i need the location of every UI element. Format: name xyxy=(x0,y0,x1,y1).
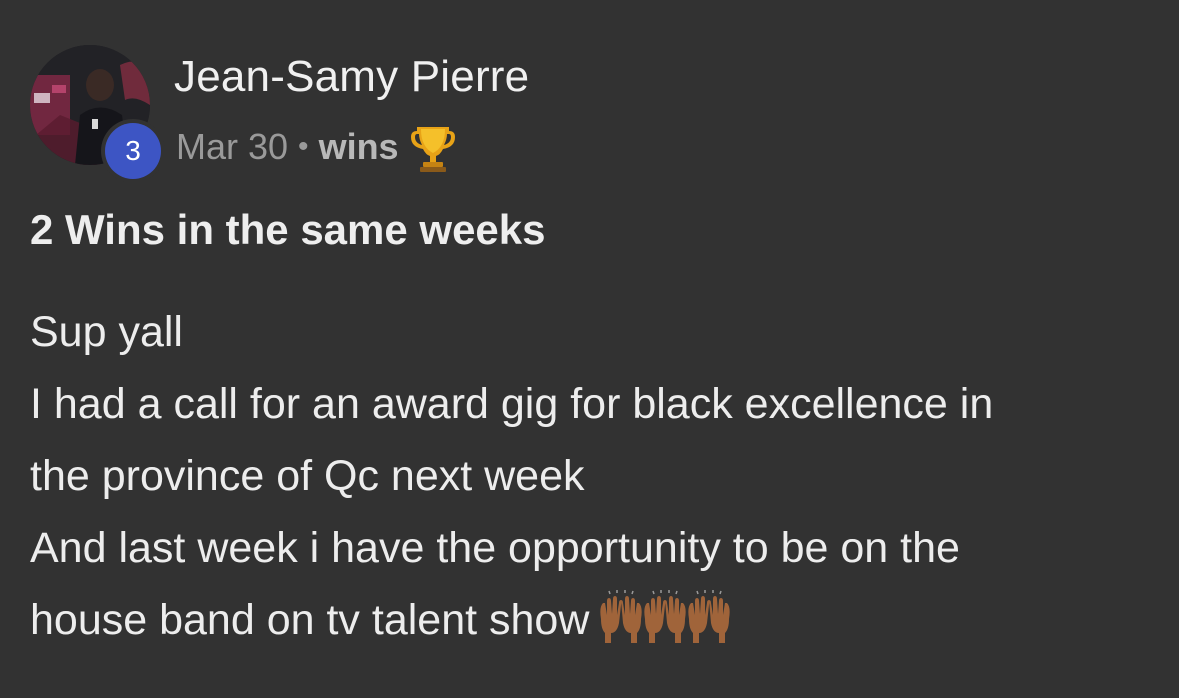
meta-separator: • xyxy=(298,130,309,163)
post-category[interactable]: wins xyxy=(319,126,399,168)
post-body-line: the province of Qc next week xyxy=(30,452,585,500)
post-body-line: And last week i have the opportunity to … xyxy=(30,524,960,572)
raising-hands-emoji-group xyxy=(595,589,731,645)
author-name[interactable]: Jean-Samy Pierre xyxy=(174,52,529,102)
post-title[interactable]: 2 Wins in the same weeks xyxy=(30,206,546,254)
author-avatar-container[interactable]: 3 xyxy=(30,45,161,179)
post-meta: Mar 30 • wins xyxy=(176,120,457,174)
post-date[interactable]: Mar 30 xyxy=(176,126,288,168)
post-body-line: Sup yall xyxy=(30,308,183,356)
post-body-line: I had a call for an award gig for black … xyxy=(30,380,994,428)
raising-hands-icon xyxy=(683,589,735,645)
trophy-icon xyxy=(409,121,457,173)
level-badge: 3 xyxy=(105,123,161,179)
post-body: Sup yall I had a call for an award gig f… xyxy=(30,296,1150,656)
post-body-line-last: house band on tv talent show xyxy=(30,584,1150,656)
post-card: 3 Jean-Samy Pierre Mar 30 • wins 2 Wins … xyxy=(0,0,1179,698)
post-body-line-text: house band on tv talent show xyxy=(30,596,590,644)
